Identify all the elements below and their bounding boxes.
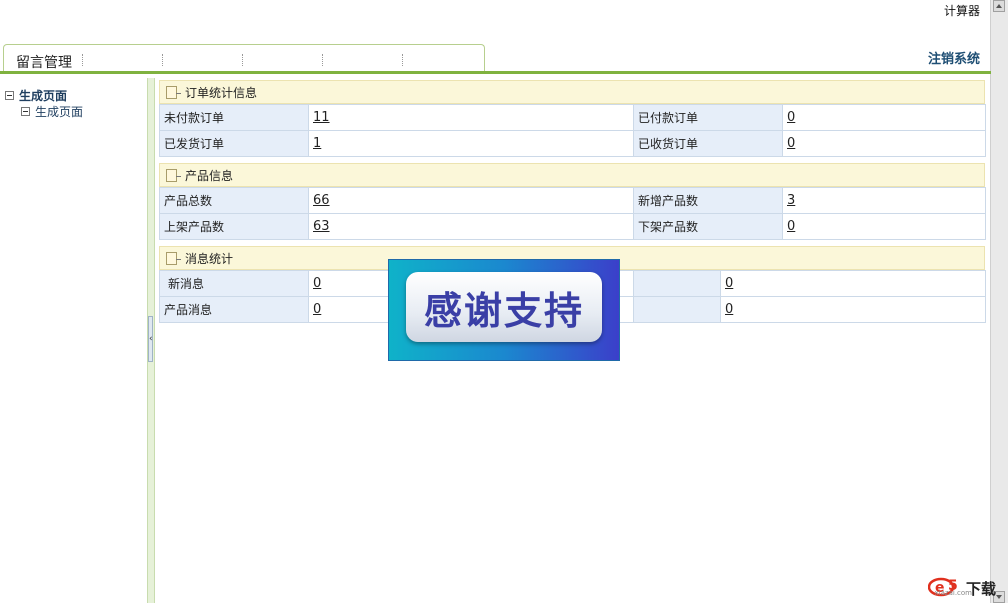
- watermark: e 5 下载 xiazai.com: [927, 575, 996, 597]
- scroll-up-icon[interactable]: [993, 0, 1005, 12]
- products-section: 产品信息 产品总数 66 新增产品数 3 上架产品数 63 下架产品数 0: [159, 163, 986, 240]
- stat-label: 已付款订单: [633, 104, 783, 131]
- stat-label: [633, 270, 721, 297]
- header-divider: [0, 71, 991, 74]
- tree-root-item[interactable]: 生成页面: [5, 87, 67, 104]
- stat-value-cell: 0: [720, 296, 986, 323]
- document-icon: [166, 251, 181, 265]
- section-title: 消息统计: [185, 251, 234, 266]
- stat-value-cell: 11: [308, 104, 634, 131]
- tab-separator: [162, 54, 163, 66]
- tab-separator: [242, 54, 243, 66]
- stat-label: 产品总数: [159, 187, 309, 214]
- logout-link[interactable]: 注销系统: [928, 48, 980, 67]
- stat-value-link[interactable]: 0: [313, 302, 321, 317]
- tab-bar: 留言管理: [3, 44, 485, 73]
- stat-value-cell: 66: [308, 187, 634, 214]
- section-title: 订单统计信息: [185, 85, 258, 100]
- stat-value-link[interactable]: 0: [787, 219, 795, 234]
- table-row: 上架产品数 63 下架产品数 0: [159, 213, 986, 240]
- stat-value-link[interactable]: 0: [725, 276, 733, 291]
- stat-label: [633, 296, 721, 323]
- stat-value-link[interactable]: 11: [313, 110, 330, 125]
- stat-value-link[interactable]: 0: [787, 136, 795, 151]
- calculator-link[interactable]: 计算器: [944, 2, 980, 19]
- stat-value-cell: 0: [720, 270, 986, 297]
- products-table: 产品总数 66 新增产品数 3 上架产品数 63 下架产品数 0: [159, 187, 986, 240]
- stat-value-cell: 3: [782, 187, 986, 214]
- stat-value-link[interactable]: 1: [313, 136, 321, 151]
- tab-separator: [322, 54, 323, 66]
- stat-value-cell: 0: [782, 213, 986, 240]
- stat-value-link[interactable]: 0: [787, 110, 795, 125]
- tab-separator: [82, 54, 83, 66]
- thanks-overlay-banner: 感谢支持: [388, 259, 620, 361]
- stat-label: 新消息: [159, 270, 309, 297]
- tab-message-management[interactable]: 留言管理: [16, 52, 72, 72]
- stat-value-cell: 1: [308, 130, 634, 157]
- stat-value-link[interactable]: 0: [725, 302, 733, 317]
- tree-child-label[interactable]: 生成页面: [35, 103, 83, 120]
- tree-collapse-icon[interactable]: [5, 91, 14, 100]
- stat-label: 产品消息: [159, 296, 309, 323]
- section-header: 产品信息: [159, 163, 985, 187]
- stat-label: 未付款订单: [159, 104, 309, 131]
- stat-label: 下架产品数: [633, 213, 783, 240]
- sidebar: 生成页面 生成页面: [0, 78, 147, 603]
- stat-value-cell: 0: [782, 104, 986, 131]
- table-row: 未付款订单 11 已付款订单 0: [159, 104, 986, 131]
- tab-separator: [402, 54, 403, 66]
- stat-label: 上架产品数: [159, 213, 309, 240]
- stat-value-link[interactable]: 63: [313, 219, 330, 234]
- stat-label: 新增产品数: [633, 187, 783, 214]
- vertical-scrollbar[interactable]: [990, 0, 1008, 603]
- orders-section: 订单统计信息 未付款订单 11 已付款订单 0 已发货订单 1 已收货订单 0: [159, 80, 986, 157]
- table-row: 已发货订单 1 已收货订单 0: [159, 130, 986, 157]
- document-icon: [166, 85, 181, 99]
- stat-label: 已发货订单: [159, 130, 309, 157]
- orders-table: 未付款订单 11 已付款订单 0 已发货订单 1 已收货订单 0: [159, 104, 986, 157]
- document-icon: [166, 168, 181, 182]
- stat-value-cell: 63: [308, 213, 634, 240]
- stat-label: 已收货订单: [633, 130, 783, 157]
- watermark-domain: xiazai.com: [934, 589, 972, 597]
- stat-value-link[interactable]: 3: [787, 193, 795, 208]
- stat-value-link[interactable]: 0: [313, 276, 321, 291]
- stat-value-link[interactable]: 66: [313, 193, 330, 208]
- stat-value-cell: 0: [782, 130, 986, 157]
- sidebar-collapse-handle[interactable]: ‹: [148, 316, 153, 362]
- tree-node-icon: [21, 107, 30, 116]
- table-row: 产品总数 66 新增产品数 3: [159, 187, 986, 214]
- section-title: 产品信息: [185, 168, 234, 183]
- tree-child-item[interactable]: 生成页面: [21, 103, 83, 120]
- section-header: 订单统计信息: [159, 80, 985, 104]
- tree-root-label: 生成页面: [19, 89, 68, 103]
- thanks-overlay-text: 感谢支持: [406, 272, 602, 342]
